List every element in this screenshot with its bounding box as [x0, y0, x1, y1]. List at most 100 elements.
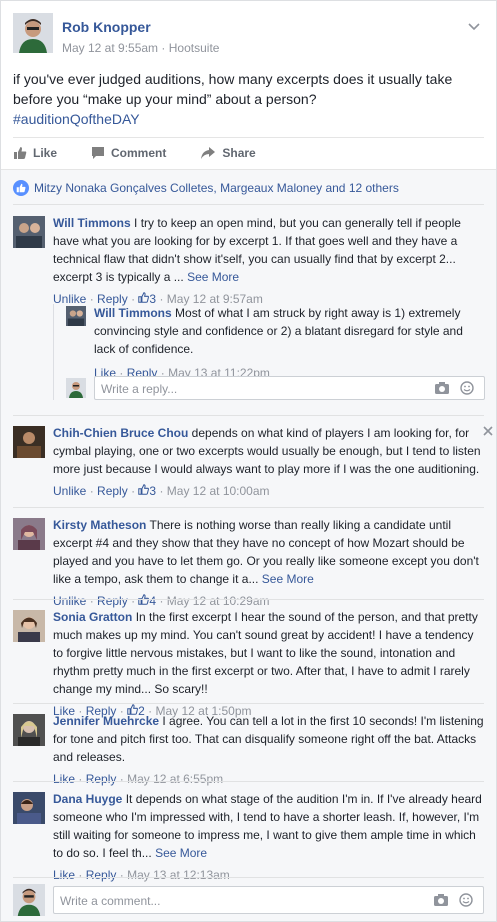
- post-hashtag[interactable]: #auditionQoftheDAY: [13, 109, 483, 129]
- share-label: Share: [222, 145, 256, 160]
- reply-link[interactable]: Reply: [86, 772, 117, 786]
- replier-name[interactable]: Will Timmons: [94, 306, 172, 320]
- commenter-name[interactable]: Sonia Gratton: [53, 610, 132, 624]
- comment-item: Dana Huyge It depends on what stage of t…: [13, 790, 485, 882]
- divider: [13, 507, 484, 508]
- dot-separator: ·: [78, 868, 86, 882]
- meta-separator: ·: [161, 41, 169, 55]
- comment-input[interactable]: Write a comment...: [53, 886, 484, 914]
- comment-actions: Unlike · Reply · 3 · May 12 at 10:00am: [53, 482, 485, 500]
- current-user-avatar: [13, 884, 45, 916]
- post-text: if you've ever judged auditions, how man…: [13, 71, 453, 107]
- divider: [13, 415, 484, 416]
- likers-summary[interactable]: Mitzy Nonaka Gonçalves Colletes, Margeau…: [13, 180, 399, 196]
- divider: [13, 703, 484, 704]
- see-more-link[interactable]: See More: [262, 572, 314, 586]
- commenter-name[interactable]: Kirsty Matheson: [53, 518, 146, 532]
- reply-link[interactable]: Reply: [86, 868, 117, 882]
- divider: [13, 599, 484, 600]
- like-label: Like: [33, 145, 58, 160]
- comment-body: Dana Huyge It depends on what stage of t…: [53, 790, 485, 884]
- commenter-avatar[interactable]: [13, 714, 45, 746]
- dot-separator: ·: [119, 772, 128, 786]
- comment-label: Comment: [111, 145, 167, 160]
- commenter-avatar[interactable]: [13, 426, 45, 458]
- comment-date[interactable]: May 12 at 6:55pm: [127, 772, 223, 786]
- comment-actions: Like · Reply · May 12 at 6:55pm: [53, 770, 485, 788]
- unlike-link[interactable]: Unlike: [53, 594, 86, 608]
- commenter-name[interactable]: Jennifer Muehrcke: [53, 714, 159, 728]
- comment-date[interactable]: May 13 at 12:13am: [127, 868, 230, 882]
- comment-body: Kirsty Matheson There is nothing worse t…: [53, 516, 485, 610]
- divider: [13, 877, 484, 878]
- commenter-avatar[interactable]: [13, 610, 45, 642]
- comment-date[interactable]: May 12 at 10:00am: [167, 484, 270, 498]
- comments-section: Mitzy Nonaka Gonçalves Colletes, Margeau…: [1, 169, 496, 921]
- comment-item: Chih-Chien Bruce Chou depends on what ki…: [13, 424, 493, 510]
- like-count[interactable]: 3: [138, 484, 156, 498]
- commenter-avatar[interactable]: [13, 518, 45, 550]
- share-icon: [201, 146, 216, 159]
- thumbs-up-icon: [138, 292, 150, 303]
- like-count-number: 3: [149, 484, 157, 498]
- dot-separator: ·: [89, 484, 98, 498]
- like-count[interactable]: 4: [138, 594, 156, 608]
- comment-button[interactable]: Comment: [91, 146, 166, 160]
- see-more-link[interactable]: See More: [155, 846, 207, 860]
- reply-placeholder: Write a reply...: [101, 382, 178, 396]
- commenter-name[interactable]: Chih-Chien Bruce Chou: [53, 426, 188, 440]
- like-link[interactable]: Like: [53, 772, 75, 786]
- reply-link[interactable]: Reply: [97, 594, 128, 608]
- commenter-avatar[interactable]: [13, 792, 45, 824]
- comment-item: Kirsty Matheson There is nothing worse t…: [13, 516, 485, 608]
- like-link[interactable]: Like: [53, 868, 75, 882]
- post-body: if you've ever judged auditions, how man…: [13, 69, 483, 129]
- camera-icon[interactable]: [434, 381, 450, 395]
- post-meta: May 12 at 9:55am · Hootsuite: [62, 41, 219, 55]
- emoji-icon[interactable]: [460, 381, 476, 395]
- dot-separator: ·: [119, 868, 128, 882]
- divider: [13, 781, 484, 782]
- camera-icon[interactable]: [433, 893, 449, 907]
- comment-placeholder: Write a comment...: [60, 894, 161, 908]
- see-more-link[interactable]: See More: [187, 270, 239, 284]
- like-count-number: 4: [149, 594, 157, 608]
- reply-link[interactable]: Reply: [97, 484, 128, 498]
- post-date[interactable]: May 12 at 9:55am: [62, 41, 158, 55]
- emoji-icon[interactable]: [459, 893, 475, 907]
- close-icon[interactable]: [483, 424, 493, 439]
- post-via[interactable]: Hootsuite: [169, 41, 220, 55]
- comment-actions: Like · Reply · May 13 at 12:13am: [53, 866, 485, 884]
- reply-thread: Will Timmons Most of what I am struck by…: [53, 304, 485, 400]
- comment-item: Sonia Gratton In the first excerpt I hea…: [13, 608, 485, 718]
- comment-body: Will Timmons I try to keep an open mind,…: [53, 214, 485, 308]
- thumbs-up-icon: [14, 146, 27, 159]
- reply-body: Will Timmons Most of what I am struck by…: [94, 304, 485, 382]
- like-reaction-icon: [13, 180, 29, 196]
- replier-avatar[interactable]: [66, 306, 86, 326]
- current-user-avatar: [66, 378, 86, 398]
- post-card: Rob Knopper May 12 at 9:55am · Hootsuite…: [0, 0, 497, 922]
- dot-separator: ·: [159, 594, 167, 608]
- divider: [13, 204, 484, 205]
- dot-separator: ·: [78, 772, 86, 786]
- comment-date[interactable]: May 12 at 10:29am: [167, 594, 270, 608]
- commenter-avatar[interactable]: [13, 216, 45, 248]
- dot-separator: ·: [159, 484, 167, 498]
- commenter-name[interactable]: Dana Huyge: [53, 792, 122, 806]
- dot-separator: ·: [89, 594, 98, 608]
- comment-item: Jennifer Muehrcke I agree. You can tell …: [13, 712, 485, 786]
- chevron-down-icon[interactable]: [468, 19, 480, 34]
- share-button[interactable]: Share: [200, 145, 256, 160]
- post-author[interactable]: Rob Knopper: [62, 19, 151, 35]
- comment-icon: [92, 146, 105, 159]
- comment-body: Jennifer Muehrcke I agree. You can tell …: [53, 712, 485, 788]
- reply-input[interactable]: Write a reply...: [94, 376, 485, 400]
- like-button[interactable]: Like: [13, 146, 57, 160]
- thumbs-up-icon: [138, 484, 150, 495]
- comment-item: Will Timmons I try to keep an open mind,…: [13, 214, 485, 414]
- post-header: Rob Knopper May 12 at 9:55am · Hootsuite: [13, 13, 484, 59]
- unlike-link[interactable]: Unlike: [53, 484, 86, 498]
- commenter-name[interactable]: Will Timmons: [53, 216, 131, 230]
- author-avatar[interactable]: [13, 13, 53, 53]
